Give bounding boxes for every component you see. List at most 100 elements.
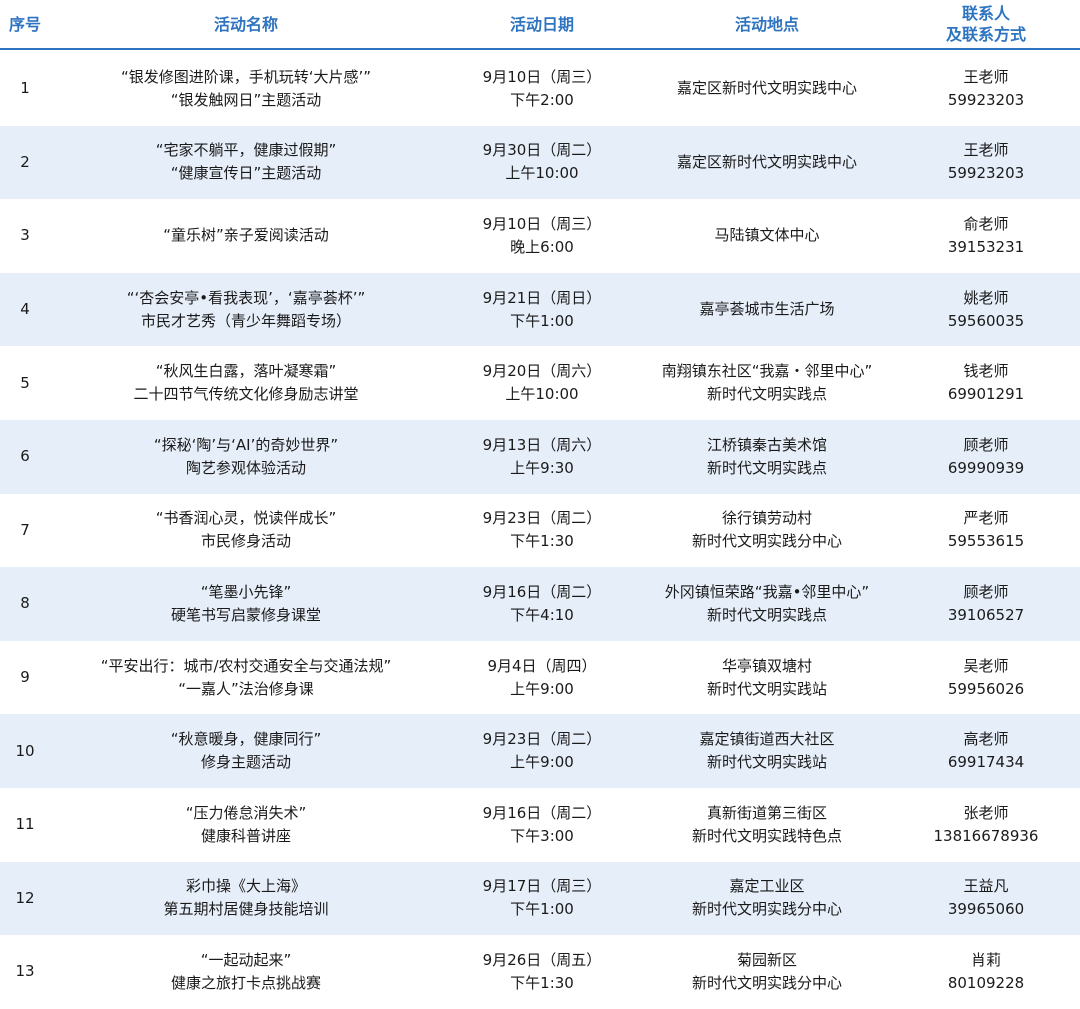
cell-no: 6 [0, 420, 50, 494]
cell-name-line: “‘杏会安亭•看我表现’，‘嘉亭荟杯’” [126, 288, 366, 307]
cell-name-line: “银发触网日”主题活动 [170, 90, 322, 109]
cell-date: 9月16日（周二） 下午4:10 [442, 567, 642, 641]
cell-name-line: 健康之旅打卡点挑战赛 [170, 973, 321, 992]
cell-contact: 张老师 13816678936 [892, 788, 1080, 862]
cell-no: 2 [0, 126, 50, 200]
header-contact: 联系人 及联系方式 [945, 4, 1026, 44]
cell-name-line: 彩巾操《大上海》 [185, 877, 306, 896]
cell-date-line: 9月16日（周二） [482, 803, 602, 822]
cell-no: 1 [0, 52, 50, 126]
cell-name-line: 二十四节气传统文化修身励志讲堂 [133, 385, 359, 404]
cell-name: 彩巾操《大上海》第五期村居健身技能培训 [50, 862, 442, 936]
cell-date-line: 上午9:00 [510, 679, 574, 698]
table-header: 序号 活动名称 活动日期 活动地点 联系人 及联系方式 [0, 0, 1080, 50]
cell-place: 徐行镇劳动村 新时代文明实践分中心 [642, 494, 892, 568]
cell-no-line: 6 [20, 447, 30, 466]
cell-name-line: “秋风生白露，落叶凝寒霜” [155, 362, 337, 381]
cell-place: 菊园新区 新时代文明实践分中心 [642, 935, 892, 1009]
cell-date: 9月20日（周六） 上午10:00 [442, 346, 642, 420]
cell-date: 9月17日（周三） 下午1:00 [442, 862, 642, 936]
cell-no: 9 [0, 641, 50, 715]
cell-contact-line: 69990939 [947, 458, 1025, 477]
cell-place: 马陆镇文体中心 [642, 199, 892, 273]
cell-place-line: 徐行镇劳动村 [721, 509, 812, 528]
cell-date: 9月4日（周四） 上午9:00 [442, 641, 642, 715]
cell-name-line: 修身主题活动 [200, 753, 291, 772]
table-row: 10 “秋意暖身，健康同行” 修身主题活动 9月23日（周二） 上午9:00 嘉定镇街道西… [0, 714, 1080, 788]
cell-name: “书香润心灵，悦读伴成长” 市民修身活动 [50, 494, 442, 568]
table-row: 9 “平安出行：城市/农村交通安全与交通法规” “一嘉人”法治修身课 9月4日（周四）… [0, 641, 1080, 715]
cell-no: 10 [0, 714, 50, 788]
cell-contact: 吴老师 59956026 [892, 641, 1080, 715]
cell-date-line: 下午4:10 [510, 605, 574, 624]
cell-place-line: 新时代文明实践分中心 [691, 900, 842, 919]
cell-contact-line: 张老师 [963, 803, 1009, 822]
cell-name: “‘杏会安亭•看我表现’，‘嘉亭荟杯’” 市民才艺秀（青少年舞蹈专场） [50, 273, 442, 347]
cell-place-line: 新时代文明实践点 [706, 385, 827, 404]
cell-contact-line: 顾老师 [963, 435, 1009, 454]
cell-contact-line: 69917434 [947, 753, 1025, 772]
cell-name: “银发修图进阶课，手机玩转‘大片感’” “银发触网日”主题活动 [50, 52, 442, 126]
cell-no-line: 9 [20, 668, 30, 687]
cell-date-line: 9月20日（周六） [482, 362, 602, 381]
cell-no: 4 [0, 273, 50, 347]
cell-contact-line: 严老师 [963, 509, 1009, 528]
cell-name-line: 陶艺参观体验活动 [185, 458, 306, 477]
cell-contact-line: 吴老师 [963, 656, 1009, 675]
cell-contact-line: 59956026 [947, 679, 1025, 698]
cell-name-line: “童乐树”亲子爱阅读活动 [163, 226, 329, 245]
cell-place: 嘉定工业区 新时代文明实践分中心 [642, 862, 892, 936]
cell-no: 11 [0, 788, 50, 862]
cell-no-line: 12 [15, 888, 35, 907]
cell-name: “秋风生白露，落叶凝寒霜” 二十四节气传统文化修身励志讲堂 [50, 346, 442, 420]
cell-name-line: “压力倦怠消失术” [185, 803, 307, 822]
cell-place: 嘉亭荟城市生活广场 [642, 273, 892, 347]
cell-contact: 俞老师 39153231 [892, 199, 1080, 273]
cell-contact: 王益凡 39965060 [892, 862, 1080, 936]
table-row: 11 “压力倦怠消失术” 健康科普讲座 9月16日（周二） 下午3:00 真新街道第三街区… [0, 788, 1080, 862]
cell-no: 3 [0, 199, 50, 273]
cell-place-line: 南翔镇东社区“我嘉・邻里中心” [661, 362, 873, 381]
cell-name-line: 市民才艺秀（青少年舞蹈专场） [140, 311, 351, 330]
table-row: 1 “银发修图进阶课，手机玩转‘大片感’” “银发触网日”主题活动 9月10日（周三）… [0, 52, 1080, 126]
cell-date-line: 上午9:30 [510, 458, 574, 477]
cell-date-line: 9月16日（周二） [482, 582, 602, 601]
header-date: 活动日期 [509, 14, 574, 34]
cell-name-line: 健康科普讲座 [200, 826, 291, 845]
cell-contact: 高老师 69917434 [892, 714, 1080, 788]
cell-place: 嘉定区新时代文明实践中心 [642, 52, 892, 126]
cell-name-line: 第五期村居健身技能培训 [163, 900, 329, 919]
cell-contact-line: 69901291 [947, 385, 1025, 404]
cell-place-line: 外冈镇恒荣路“我嘉•邻里中心” [664, 582, 870, 601]
cell-place: 嘉定区新时代文明实践中心 [642, 126, 892, 200]
cell-name-line: “健康宣传日”主题活动 [170, 164, 322, 183]
cell-date: 9月23日（周二） 下午1:30 [442, 494, 642, 568]
cell-contact-line: 39106527 [947, 605, 1025, 624]
cell-contact-line: 姚老师 [963, 288, 1009, 307]
cell-no-line: 4 [20, 300, 30, 319]
cell-contact-line: 肖莉 [970, 950, 1001, 969]
cell-contact-line: 高老师 [963, 730, 1009, 749]
cell-no-line: 7 [20, 520, 30, 539]
cell-name-line: “宅家不躺平，健康过假期” [155, 141, 337, 160]
cell-date-line: 9月30日（周二） [482, 141, 602, 160]
cell-contact: 肖莉 80109228 [892, 935, 1080, 1009]
cell-no: 5 [0, 346, 50, 420]
cell-place-line: 真新街道第三街区 [706, 803, 827, 822]
cell-no-line: 5 [20, 373, 30, 392]
cell-name: “压力倦怠消失术” 健康科普讲座 [50, 788, 442, 862]
cell-name: “童乐树”亲子爱阅读活动 [50, 199, 442, 273]
cell-place-line: 新时代文明实践分中心 [691, 973, 842, 992]
cell-contact: 顾老师 39106527 [892, 567, 1080, 641]
cell-date-line: 晚上6:00 [510, 237, 574, 256]
cell-contact-line: 钱老师 [963, 362, 1009, 381]
cell-place: 南翔镇东社区“我嘉・邻里中心” 新时代文明实践点 [642, 346, 892, 420]
header-no: 序号 [8, 14, 41, 34]
activity-table: 序号 活动名称 活动日期 活动地点 联系人 及联系方式 1 “银发修图进阶课，手机… [0, 0, 1080, 1000]
cell-name-line: “笔墨小先锋” [200, 582, 292, 601]
cell-place-line: 江桥镇秦古美术馆 [706, 435, 827, 454]
cell-no-line: 3 [20, 226, 30, 245]
cell-date-line: 下午1:00 [510, 900, 574, 919]
table-row: 8 “笔墨小先锋” 硬笔书写启蒙修身课堂 9月16日（周二） 下午4:10 外冈镇恒荣路“… [0, 567, 1080, 641]
cell-contact: 钱老师 69901291 [892, 346, 1080, 420]
